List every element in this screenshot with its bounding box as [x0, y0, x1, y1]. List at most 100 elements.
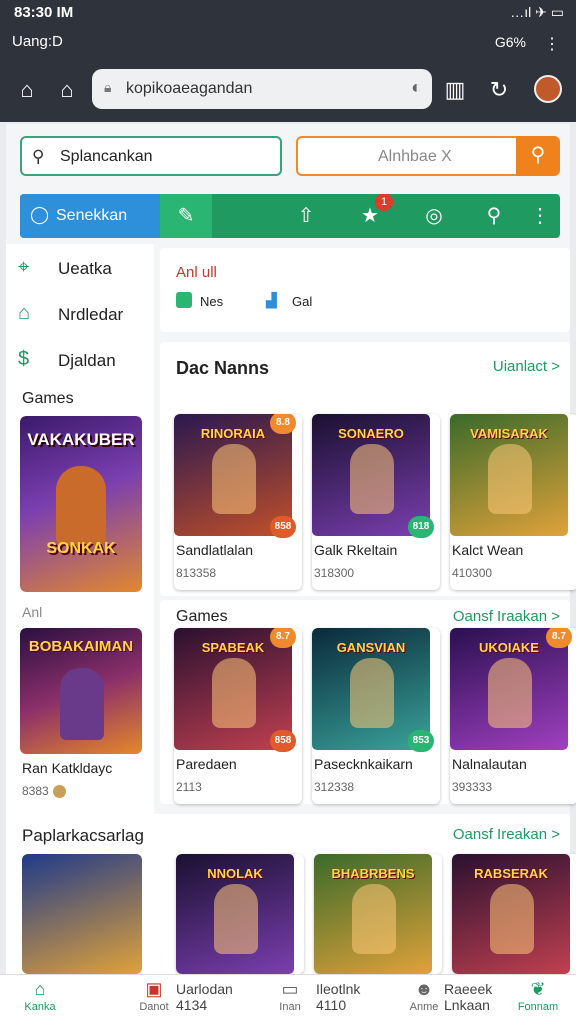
price-badge: 8.8 — [270, 414, 296, 434]
game-hero-shape — [488, 658, 532, 728]
more-icon[interactable]: ⋮ — [544, 34, 560, 54]
address-bar[interactable]: 🔒︎ kopikoaeagandan ◐ — [92, 69, 432, 109]
chat-bubble-icon: ◯ — [30, 205, 50, 224]
ani-label: Anl — [22, 604, 43, 620]
tab-label: Senekkan — [56, 207, 128, 224]
page-content: ⚲ Splancankan Alnhbae X ⚲ ◯ Senekkan ✎ ⇧… — [6, 124, 576, 974]
game-hero-shape — [212, 444, 256, 514]
bottom-text-raeeek: Raeeek Lnkaan — [444, 981, 493, 1013]
game-art-image[interactable] — [22, 854, 142, 974]
game-card[interactable]: SPABEAK 8.7 858 Paredaen 2113 — [174, 628, 302, 804]
section-games: Games Oansf Iraakan > SPABEAK 8.7 858 Pared… — [160, 600, 576, 804]
game-art-subtitle: SONKAK — [46, 540, 116, 557]
game-count: 8383 — [22, 784, 66, 799]
game-hero-shape — [60, 668, 104, 740]
address-text: kopikoaeagandan — [126, 80, 253, 97]
game-hero-shape — [352, 884, 396, 954]
game-card[interactable]: GANSVIAN 853 Pasecknkaikarn 312338 — [312, 628, 440, 804]
upload-icon[interactable]: ⇧ — [286, 194, 326, 238]
home-icon[interactable]: ⌂ — [10, 73, 44, 107]
sidebar-item-label: Djaldan — [58, 351, 116, 370]
dollar-icon: $ — [18, 348, 30, 370]
alt-search-text: Alnhbae X — [378, 148, 452, 165]
game-art-title: GANSVIAN — [336, 640, 406, 655]
game-hero-shape — [350, 658, 394, 728]
avatar[interactable] — [534, 75, 562, 103]
bottom-text-uarlodan: Uarlodan 4134 — [176, 981, 233, 1013]
alt-search-input[interactable]: Alnhbae X ⚲ — [296, 136, 560, 176]
game-art-title: VAMISARAK — [470, 426, 548, 441]
game-count: 2113 — [176, 780, 202, 794]
game-card[interactable]: NNOLAK — [176, 854, 304, 974]
chart-icon: ▟ — [266, 292, 277, 308]
game-art-image: VAMISARAK — [450, 414, 568, 536]
game-hero-shape — [214, 884, 258, 954]
game-art-image: VAKAKUBER SONKAK — [20, 416, 142, 592]
game-art-title: NNOLAK — [207, 866, 263, 881]
tabs-icon[interactable]: ▥ — [438, 73, 472, 107]
game-count: 312338 — [314, 780, 355, 794]
status-bar: 83:30 IM Uang:D …ıl ✈ ▭ G6% ⋮ — [0, 0, 576, 60]
game-art-image: BOBAKAIMAN — [20, 628, 142, 754]
mic-icon[interactable]: ◐ — [411, 77, 422, 98]
lock-icon: 🔒︎ — [104, 79, 112, 95]
sidebar-item-label: Ueatka — [58, 259, 112, 278]
section-link[interactable]: Oansf Ireakan > — [453, 826, 560, 843]
bottom-label: Fonnam — [517, 1001, 559, 1013]
gamepad-icon[interactable]: ◎ — [414, 194, 454, 238]
section-title: Paplarkacsarlag — [22, 826, 144, 845]
game-card[interactable]: UKOIAKE 8.7 Nalnalautan 393333 — [450, 628, 576, 804]
info-a-text[interactable]: Nes — [200, 294, 223, 309]
price-badge: 858 — [270, 516, 296, 538]
game-art-image: RABSERAK — [452, 854, 570, 974]
home-alt-icon[interactable]: ⌂ — [50, 73, 84, 107]
game-card[interactable]: RABSERAK — [452, 854, 576, 974]
info-b-text[interactable]: Gal — [292, 294, 312, 309]
game-art-title: BOBAKAIMAN — [28, 638, 134, 655]
more-icon[interactable]: ⋮ — [520, 194, 560, 238]
game-card[interactable]: VAMISARAK Kalct Wean 410300 — [450, 414, 576, 590]
bottom-nav-kanka[interactable]: ⌂ Kanka — [0, 979, 80, 1023]
search-button[interactable]: ⚲ — [516, 136, 560, 176]
game-hero-shape — [490, 884, 534, 954]
section-link[interactable]: Uianlact > — [493, 358, 560, 375]
game-name: Ran Katkldayc — [22, 760, 113, 776]
price-badge: 853 — [408, 730, 434, 752]
section-link[interactable]: Oansf Iraakan > — [453, 608, 560, 625]
game-hero-shape — [56, 466, 106, 546]
side-game-card[interactable]: VAKAKUBER SONKAK — [20, 416, 142, 592]
info-red-text: Anl ull — [176, 264, 217, 281]
price-badge: 8.7 — [546, 628, 572, 648]
game-count: 813358 — [176, 566, 217, 580]
game-name: Pasecknkaikarn — [314, 756, 413, 772]
section-title: Games — [176, 608, 228, 625]
games-header: Games — [22, 390, 74, 407]
bottom-text-ileotlnk: Ileotlnk 4110 — [316, 981, 361, 1013]
bottom-nav-fonnam[interactable]: ❦ Fonnam — [502, 979, 574, 1023]
leaf-icon: ❦ — [530, 979, 546, 999]
tab-senekkan[interactable]: ◯ Senekkan — [20, 194, 160, 238]
signal-icons: …ıl ✈ ▭ — [510, 4, 564, 20]
game-card[interactable]: RINORAIA 8.8 858 Sandlatlalan 813358 — [174, 414, 302, 590]
refresh-icon[interactable]: ↻ — [482, 73, 516, 107]
coin-icon — [52, 785, 66, 799]
search-icon[interactable]: ⚲ — [474, 194, 514, 238]
status-time: 83:30 IM — [14, 4, 74, 21]
side-game-card[interactable]: BOBAKAIMAN Ran Katkldayc 8383 — [20, 628, 142, 808]
search-input[interactable]: ⚲ Splancankan — [20, 136, 282, 176]
game-hero-shape — [212, 658, 256, 728]
game-art-image: NNOLAK — [176, 854, 294, 974]
game-count: 410300 — [452, 566, 493, 580]
game-card[interactable]: SONAERO 818 Galk Rkeltain 318300 — [312, 414, 440, 590]
game-name: Galk Rkeltain — [314, 542, 398, 558]
bottom-nav: ⌂ Kanka ▣ Danot Uarlodan 4134 ▭ Inan Ile… — [0, 974, 576, 1024]
browser-toolbar: ⌂ ⌂ 🔒︎ kopikoaeagandan ◐ ▥ ↻ — [0, 60, 576, 122]
battery-text: G6% — [494, 34, 526, 50]
game-count-value: 8383 — [22, 784, 49, 798]
game-hero-shape — [488, 444, 532, 514]
info-panel: Anl ull Nes ▟ Gal — [160, 248, 570, 332]
game-name: Sandlatlalan — [176, 542, 254, 558]
game-count: 318300 — [314, 566, 355, 580]
game-card[interactable]: BHABRBENS — [314, 854, 442, 974]
tab-chat[interactable]: ✎ — [160, 194, 212, 238]
